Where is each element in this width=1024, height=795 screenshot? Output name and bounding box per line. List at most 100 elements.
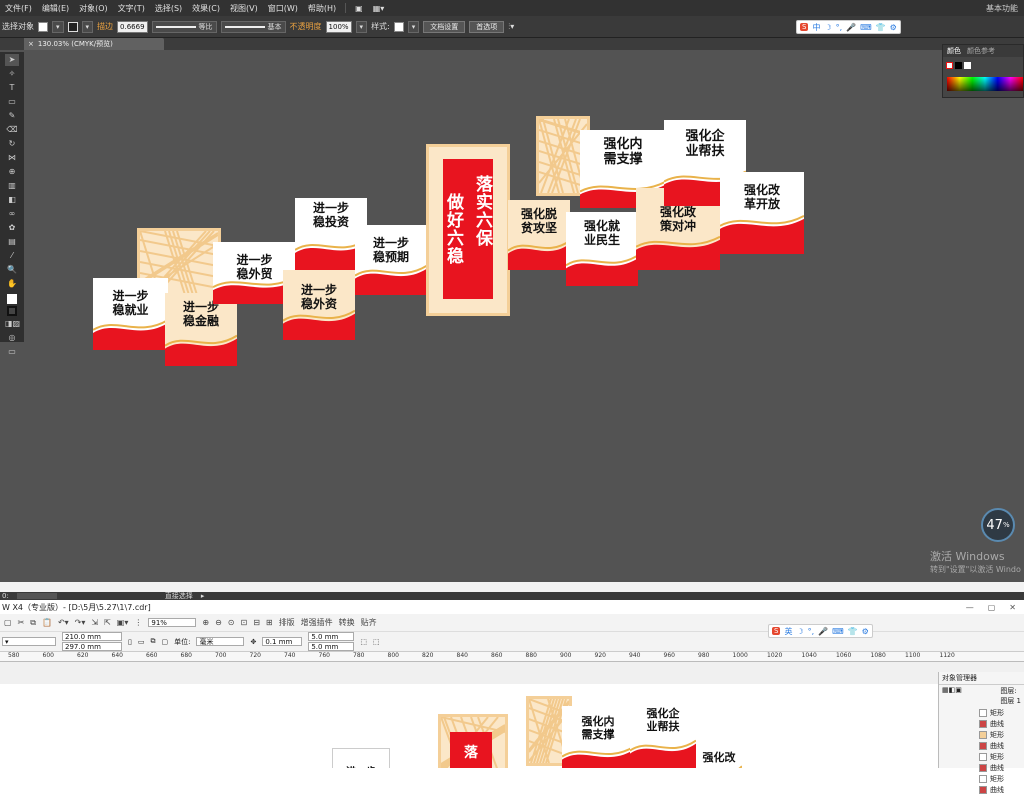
zoom-level-field[interactable]: 91% — [148, 618, 197, 627]
moon-icon[interactable]: ☽ — [796, 627, 803, 636]
lang-en-icon[interactable]: 英 — [784, 626, 792, 637]
maximize-icon[interactable]: ▢ — [988, 603, 996, 612]
cdr-panel-domestic-demand: 强化内 需支撑 — [562, 706, 634, 768]
panel-poverty-alleviation: 强化脱 贫攻坚 — [508, 200, 570, 270]
portrait-icon[interactable]: ▯ — [128, 638, 132, 646]
object-list-item[interactable]: 矩形 — [939, 729, 1024, 740]
punct-icon[interactable]: °, — [808, 627, 815, 636]
object-list-item[interactable]: 曲线 — [939, 740, 1024, 751]
status-zoom[interactable]: 0: — [2, 592, 9, 600]
panel-employment-livelihood-text: 强化就 业民生 — [583, 219, 620, 247]
status-arrow-icon[interactable]: ▸ — [201, 592, 205, 600]
zoom-height-icon[interactable]: ⊞ — [266, 618, 273, 627]
object-list-item[interactable]: 矩形 — [939, 751, 1024, 762]
publish-pdf-icon[interactable]: ▣▾ — [117, 618, 129, 627]
copy-icon[interactable]: ⧉ — [30, 618, 36, 628]
arrange-button[interactable]: 排版 — [279, 617, 295, 628]
panel-reform-opening-text: 强化改 革开放 — [743, 183, 780, 211]
ruler-tick: 840 — [456, 652, 468, 659]
cdr-panel-enterprise-support: 强化企 业帮扶 — [630, 700, 696, 768]
object-list-label: 矩形 — [990, 708, 1004, 717]
zoom-in-icon[interactable]: ⊕ — [202, 618, 209, 627]
layer-icons[interactable]: ▦◧▣ — [942, 686, 962, 706]
redo-icon[interactable]: ↷▾ — [75, 618, 86, 627]
zoom-page-icon[interactable]: ⊡ — [240, 618, 247, 627]
export-icon[interactable]: ⇱ — [104, 618, 111, 627]
paste-icon[interactable]: 📋 — [42, 618, 52, 627]
treat-as-filled-icon[interactable]: ⬚ — [360, 638, 367, 646]
enhance-plugin-button[interactable]: 增强插件 — [301, 617, 333, 628]
ai-status-bar: 0: 直接选择 ▸ — [0, 592, 1024, 600]
center-plaque: 落实六保 做好六稳 — [443, 159, 493, 299]
zoom-percent-widget[interactable]: 47% — [981, 508, 1015, 542]
panel-domestic-demand-text: 强化内 需支撑 — [603, 137, 643, 167]
ruler-tick: 580 — [8, 652, 20, 659]
landscape-icon[interactable]: ▭ — [138, 638, 145, 646]
sogou-logo-icon: S — [772, 627, 781, 635]
unit-label: 单位: — [174, 637, 191, 646]
object-list-item[interactable]: 曲线 — [939, 718, 1024, 729]
minimize-icon[interactable]: — — [966, 603, 974, 612]
rectangle-icon — [979, 774, 987, 783]
ruler-tick: 780 — [353, 652, 365, 659]
cdr-drawing-canvas: 落 强化内 需支撑 强化企 业帮扶强化改 进一步 — [0, 684, 938, 768]
panel-reform-opening: 强化改 革开放 — [720, 172, 804, 254]
ruler-tick: 620 — [77, 652, 89, 659]
ruler-tick: 1000 — [732, 652, 748, 659]
rectangle-icon — [979, 752, 987, 761]
page-width-field[interactable]: 210.0 mm — [62, 632, 122, 641]
zoom-width-icon[interactable]: ⊟ — [253, 618, 260, 627]
ruler-tick: 940 — [629, 652, 641, 659]
close-icon[interactable]: ✕ — [1009, 603, 1016, 612]
ruler-tick: 960 — [663, 652, 675, 659]
ruler-tick: 920 — [594, 652, 606, 659]
unit-dropdown[interactable]: 毫米 — [196, 637, 245, 646]
gear-icon[interactable]: ⚙ — [862, 627, 869, 636]
artwork-canvas: 进一步 稳就业 进一步 稳金融 进一步 稳外贸 进一步 稳外资 进一步 稳投资 进一步 稳… — [0, 0, 1024, 582]
zoom-fit-icon[interactable]: ⊙ — [228, 618, 235, 627]
new-doc-icon[interactable]: ▢ — [4, 618, 12, 627]
object-list-item[interactable]: 曲线 — [939, 784, 1024, 795]
options-icon[interactable]: ⬚ — [373, 638, 380, 646]
undo-icon[interactable]: ↶▾ — [58, 618, 69, 627]
rectangle-icon — [979, 730, 987, 739]
cdr-panel-reform: 强化改 — [696, 746, 742, 768]
object-list-label: 曲线 — [990, 785, 1004, 794]
page-height-field[interactable]: 297.0 mm — [62, 642, 122, 651]
page-size-dropdown[interactable]: ▾ — [2, 637, 56, 646]
duplicate-distance: 5.0 mm 5.0 mm — [308, 632, 355, 651]
convert-button[interactable]: 转换 — [339, 617, 355, 628]
zoom-out-icon[interactable]: ⊖ — [215, 618, 222, 627]
import-icon[interactable]: ⇲ — [91, 618, 98, 627]
zoom-percent-value: 47 — [986, 517, 1003, 533]
shirt-icon[interactable]: 👕 — [848, 627, 858, 636]
ime-toolbar-cdr[interactable]: S 英 ☽ °, 🎤 ⌨ 👕 ⚙ — [768, 624, 873, 638]
keyboard-icon[interactable]: ⌨ — [832, 627, 844, 636]
dup-x-field[interactable]: 5.0 mm — [308, 632, 355, 641]
mic-icon[interactable]: 🎤 — [818, 627, 828, 636]
object-list-item[interactable]: 矩形 — [939, 707, 1024, 718]
nudge-field[interactable]: 0.1 mm — [262, 637, 303, 646]
app-launcher-icon[interactable]: ⋮ — [134, 618, 142, 627]
panel-stabilize-expectations-text: 进一步 稳预期 — [372, 236, 409, 264]
all-pages-icon[interactable]: ⧉ — [150, 637, 155, 646]
layer-name: 图层 1 — [1000, 697, 1021, 705]
object-list-item[interactable]: 矩形 — [939, 773, 1024, 784]
illustrator-window: 文件(F) 编辑(E) 对象(O) 文字(T) 选择(S) 效果(C) 视图(V… — [0, 0, 1024, 582]
rectangle-icon — [979, 708, 987, 717]
cdr-left-panel: 进一步 — [332, 748, 390, 768]
ruler-tick: 800 — [387, 652, 399, 659]
panel-stabilize-employment: 进一步 稳就业 — [93, 278, 168, 350]
artboard-nav[interactable] — [16, 593, 57, 599]
snap-button[interactable]: 贴齐 — [361, 617, 377, 628]
panel-stabilize-expectations: 进一步 稳预期 — [355, 225, 427, 295]
cut-icon[interactable]: ✂ — [18, 618, 25, 627]
ruler-tick: 1020 — [767, 652, 783, 659]
dup-y-field[interactable]: 5.0 mm — [308, 642, 355, 651]
activate-windows-sub: 转到"设置"以激活 Windo — [930, 565, 1021, 574]
panel-policy-hedging-text: 强化政 策对冲 — [659, 205, 696, 233]
layer-row[interactable]: ▦◧▣ 图层: 图层 1 — [939, 685, 1024, 707]
current-page-icon[interactable]: ▢ — [161, 638, 168, 646]
ruler-tick: 700 — [215, 652, 227, 659]
ruler-tick: 740 — [284, 652, 296, 659]
